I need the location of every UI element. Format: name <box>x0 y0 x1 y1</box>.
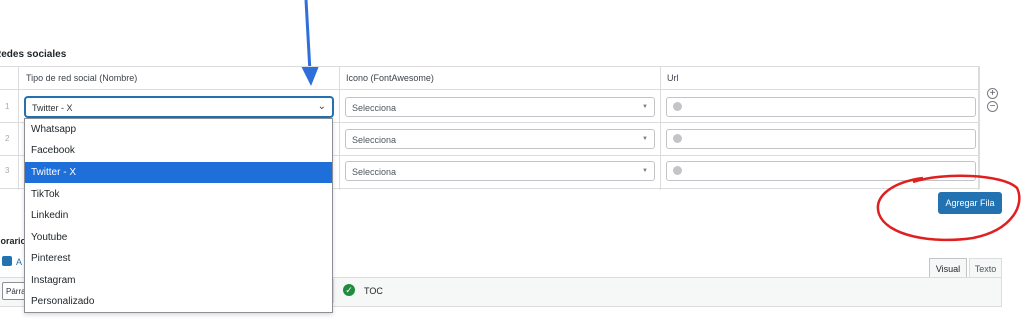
row-number: 1 <box>5 102 10 111</box>
network-type-select[interactable]: Twitter - X ⌄ <box>25 97 333 117</box>
dropdown-option[interactable]: Youtube <box>25 227 332 248</box>
icon-select[interactable]: Selecciona ▼ <box>345 129 655 149</box>
page: Redes sociales Tipo de red social (Nombr… <box>0 0 1024 325</box>
icon-select[interactable]: Selecciona ▼ <box>345 97 655 117</box>
icon-select-value: Selecciona <box>352 103 397 113</box>
header-type: Tipo de red social (Nombre) <box>26 73 138 83</box>
add-row-icon[interactable]: + <box>987 88 998 99</box>
dropdown-option[interactable]: Personalizado <box>25 291 332 312</box>
caret-down-icon: ▼ <box>642 168 648 174</box>
remove-row-icon[interactable]: − <box>987 101 998 112</box>
dropdown-option[interactable]: TikTok <box>25 184 332 205</box>
annotation-circle-icon <box>876 174 1021 242</box>
caret-down-icon: ▼ <box>642 104 648 110</box>
dropdown-option-selected[interactable]: Twitter - X <box>25 162 332 183</box>
tab-texto[interactable]: Texto <box>969 258 1002 278</box>
caret-down-icon: ▼ <box>642 136 648 142</box>
url-input[interactable] <box>666 129 976 149</box>
table-header: Tipo de red social (Nombre) Icono (FontA… <box>0 67 980 90</box>
toc-button-label[interactable]: TOC <box>364 286 383 296</box>
row-number: 2 <box>5 134 10 143</box>
dropdown-option[interactable]: Facebook <box>25 140 332 161</box>
row-number: 3 <box>5 166 10 175</box>
add-media-label[interactable]: A <box>16 257 22 267</box>
url-input[interactable] <box>666 97 976 117</box>
dropdown-option[interactable]: Linkedin <box>25 205 332 226</box>
globe-icon <box>673 134 682 143</box>
check-circle-icon[interactable]: ✓ <box>343 284 355 296</box>
icon-select-value: Selecciona <box>352 167 397 177</box>
globe-icon <box>673 102 682 111</box>
globe-icon <box>673 166 682 175</box>
icon-select[interactable]: Selecciona ▼ <box>345 161 655 181</box>
dropdown-option[interactable]: Whatsapp <box>25 119 332 140</box>
icon-select-value: Selecciona <box>352 135 397 145</box>
header-icon: Icono (FontAwesome) <box>346 73 434 83</box>
network-type-dropdown[interactable]: Whatsapp Facebook Twitter - X TikTok Lin… <box>24 118 333 313</box>
dropdown-option[interactable]: Instagram <box>25 270 332 291</box>
header-url: Url <box>667 73 679 83</box>
editor-section-label: Horario <box>0 236 27 246</box>
dropdown-option[interactable]: Pinterest <box>25 248 332 269</box>
network-type-value: Twitter - X <box>32 103 73 113</box>
chevron-down-icon: ⌄ <box>317 101 326 112</box>
add-media-icon[interactable] <box>2 256 12 266</box>
section-title: Redes sociales <box>0 49 67 60</box>
tab-visual[interactable]: Visual <box>929 258 967 278</box>
